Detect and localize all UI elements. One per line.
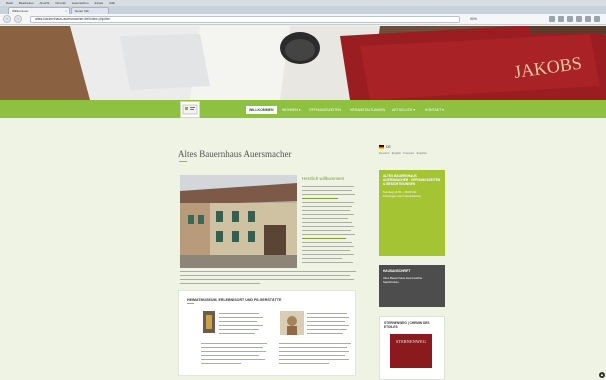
tab-strip: Willkommen × Neuer Tab — [0, 6, 606, 14]
menu-item-bookmarks[interactable]: Lesezeichen — [72, 1, 89, 5]
bookmark-icon[interactable] — [558, 16, 564, 22]
main-content: Altes Bauernhaus Auersmacher Herzlich wi… — [170, 132, 366, 380]
museum-image — [203, 311, 215, 333]
navigation-bar: ‹ › altes-bauernhaus-auersmacher.de/inde… — [0, 14, 606, 25]
menu-icon[interactable] — [594, 16, 600, 22]
download-icon[interactable] — [567, 16, 573, 22]
nav-item-living[interactable]: WOHNEN ▾ — [279, 106, 304, 114]
tab-title: Willkommen — [12, 9, 29, 13]
menu-item-tools[interactable]: Extras — [95, 1, 104, 5]
address-bar[interactable]: altes-bauernhaus-auersmacher.de/index.ph… — [30, 16, 460, 23]
pilgrim-text-more — [279, 343, 351, 367]
browser-window: Datei Bearbeiten Ansicht Chronik Lesezei… — [0, 0, 606, 380]
title-divider — [179, 161, 187, 162]
address-box: HAUSANSCHRIFT Altes Bauernhaus Auersmach… — [379, 265, 445, 307]
pilgrim-text — [307, 313, 351, 337]
header-image: JAKOBS — [0, 26, 606, 100]
language-code: DE — [386, 145, 391, 149]
zoom-level[interactable]: 90% — [470, 17, 477, 21]
pilgrim-image — [280, 311, 304, 335]
nav-item-news[interactable]: AKTUELLES ▾ — [389, 106, 418, 114]
header-photo: JAKOBS — [0, 26, 606, 100]
site-navigation: WILLKOMMEN WOHNEN ▾ ÖFFNUNGSZEITEN VERAN… — [0, 100, 606, 118]
browser-tab[interactable]: Neuer Tab — [71, 7, 109, 14]
museum-text — [219, 313, 264, 337]
close-tab-icon[interactable]: × — [65, 9, 67, 13]
nav-item-opening-hours[interactable]: ÖFFNUNGSZEITEN — [306, 106, 344, 114]
farmhouse-image — [180, 175, 297, 268]
page-title: Altes Bauernhaus Auersmacher — [178, 149, 292, 159]
museum-section: HEIMATMUSEUM, ERLEBNISORT UND PILGERSTÄT… — [178, 290, 356, 376]
tab-title: Neuer Tab — [75, 9, 89, 13]
url-text: altes-bauernhaus-auersmacher.de/index.ph… — [35, 17, 111, 21]
farmhouse-photo — [180, 175, 297, 268]
toolbar-icons — [549, 16, 600, 22]
logo-icon — [182, 104, 198, 115]
welcome-text — [302, 186, 356, 266]
back-button[interactable]: ‹ — [3, 15, 11, 23]
welcome-heading: Herzlich willkommen! — [302, 176, 345, 181]
menu-item-help[interactable]: Hilfe — [109, 1, 115, 5]
opening-hours-box: ALTES BAUERNHAUS AUERSMACHER · ÖFFNUNGSZ… — [379, 170, 445, 256]
nav-item-contact[interactable]: KONTAKT ▾ — [422, 106, 447, 114]
sternenweg-box: STERNENWEG | CHEMIN DES ETOILES STERNENW… — [379, 316, 445, 380]
german-flag-icon — [379, 145, 384, 150]
site-logo[interactable] — [180, 101, 200, 118]
forward-button[interactable]: › — [14, 15, 22, 23]
opening-hours-heading: ALTES BAUERNHAUS AUERSMACHER · ÖFFNUNGSZ… — [383, 174, 441, 186]
browser-tab-active[interactable]: Willkommen × — [8, 7, 70, 14]
search-icon[interactable] — [549, 16, 555, 22]
museum-text-more — [201, 343, 267, 367]
menu-item-file[interactable]: Datei — [6, 1, 13, 5]
address-line: Saarbrücken — [383, 280, 399, 284]
language-options[interactable]: Deutsch · English · Français · Español — [379, 151, 427, 155]
scroll-up-icon[interactable]: ▲ — [599, 372, 605, 378]
nav-item-events[interactable]: VERANSTALTUNGEN — [347, 106, 388, 114]
opening-hours-line: Führungen nach Vereinbarung — [383, 194, 421, 198]
extension-icon[interactable] — [585, 16, 591, 22]
sternenweg-heading: STERNENWEG | CHEMIN DES ETOILES — [384, 321, 430, 329]
intro-text — [180, 271, 356, 287]
menu-item-history[interactable]: Chronik — [55, 1, 65, 5]
language-selector[interactable]: DE — [379, 145, 391, 150]
menu-item-edit[interactable]: Bearbeiten — [19, 1, 34, 5]
sternenweg-logo[interactable]: STERNENWEG — [390, 334, 432, 368]
nav-item-welcome[interactable]: WILLKOMMEN — [246, 106, 277, 114]
pilgrim-thumbnail[interactable] — [280, 311, 304, 335]
museum-thumbnail[interactable] — [203, 311, 215, 333]
menu-item-view[interactable]: Ansicht — [40, 1, 50, 5]
section-title: HEIMATMUSEUM, ERLEBNISORT UND PILGERSTÄT… — [187, 298, 282, 302]
section-divider — [187, 303, 194, 304]
home-icon[interactable] — [576, 16, 582, 22]
address-heading: HAUSANSCHRIFT — [383, 269, 411, 273]
